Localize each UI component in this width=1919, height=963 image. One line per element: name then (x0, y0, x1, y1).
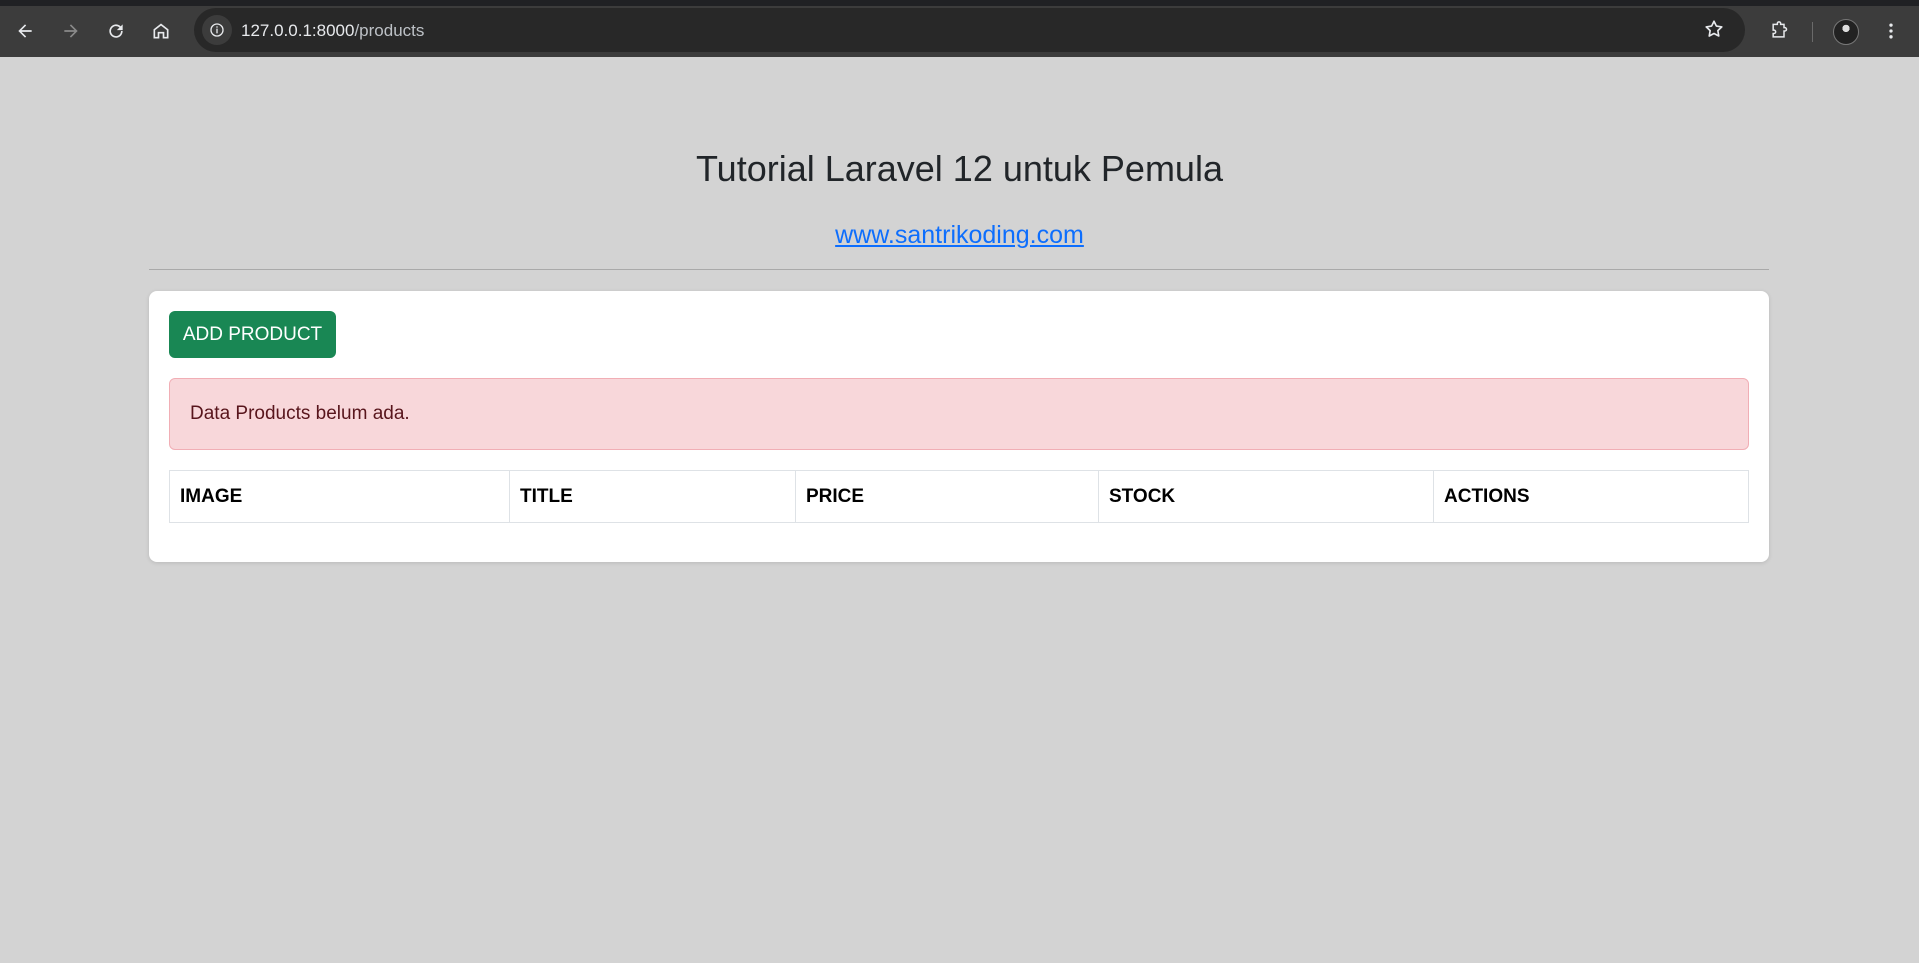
back-button[interactable] (8, 14, 42, 48)
profile-avatar[interactable] (1833, 19, 1859, 45)
column-header-image: IMAGE (169, 470, 510, 523)
column-header-price: PRICE (795, 470, 1099, 523)
column-header-actions: ACTIONS (1433, 470, 1749, 523)
more-menu-button[interactable] (1874, 14, 1908, 48)
add-product-button[interactable]: ADD PRODUCT (169, 311, 336, 358)
site-link[interactable]: www.santrikoding.com (835, 221, 1084, 249)
products-table: IMAGE TITLE PRICE STOCK ACTIONS (169, 470, 1749, 523)
column-header-title: TITLE (509, 470, 796, 523)
browser-toolbar: 127.0.0.1:8000/products (0, 0, 1919, 57)
address-bar[interactable]: 127.0.0.1:8000/products (194, 8, 1745, 52)
extensions-icon (1772, 21, 1788, 38)
extensions-button[interactable] (1762, 14, 1796, 48)
divider (149, 269, 1769, 270)
home-button[interactable] (144, 14, 178, 48)
back-icon (18, 24, 32, 38)
forward-button[interactable] (54, 14, 88, 48)
site-info-icon (210, 23, 224, 37)
products-card: ADD PRODUCT Data Products belum ada. IMA… (149, 291, 1769, 562)
empty-alert: Data Products belum ada. (169, 378, 1749, 450)
bookmark-button[interactable] (1703, 18, 1727, 42)
bookmark-star-icon (1705, 20, 1723, 37)
page-title: Tutorial Laravel 12 untuk Pemula (696, 148, 1223, 189)
reload-button[interactable] (99, 14, 133, 48)
url-path: /products (354, 21, 425, 40)
toolbar-divider (1812, 22, 1813, 42)
table-header-row: IMAGE TITLE PRICE STOCK ACTIONS (169, 470, 1749, 523)
forward-icon (64, 24, 78, 38)
more-menu-icon (1889, 23, 1893, 39)
page-subtitle: www.santrikoding.com (0, 221, 1919, 250)
home-icon (153, 23, 169, 39)
site-info-button[interactable] (202, 15, 232, 45)
column-header-stock: STOCK (1098, 470, 1434, 523)
url-host: 127.0.0.1:8000 (241, 21, 355, 40)
reload-icon (109, 24, 123, 38)
url-text: 127.0.0.1:8000/products (241, 21, 424, 41)
